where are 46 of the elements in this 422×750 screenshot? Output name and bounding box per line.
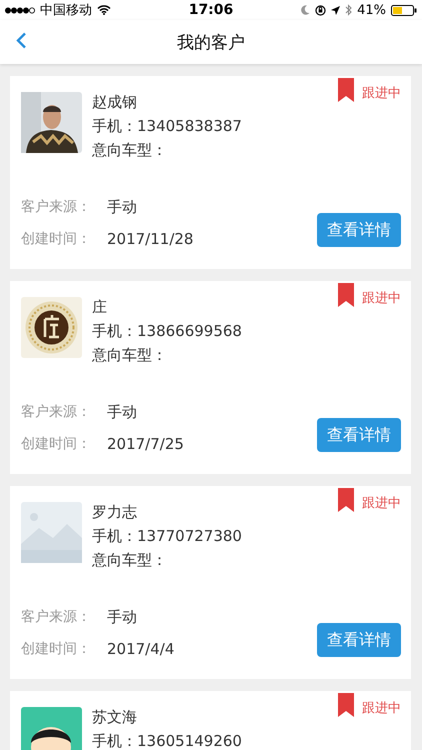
carrier: 中国移动 xyxy=(40,2,92,19)
bluetooth-icon xyxy=(345,4,352,16)
source-label: 客户来源： xyxy=(21,198,92,217)
car-model-label: 意向车型： xyxy=(92,550,168,570)
source-value: 手动 xyxy=(107,607,137,627)
phone-number: 手机：13770727380 xyxy=(92,526,242,546)
bookmark-icon xyxy=(338,488,354,512)
battery-percent: 41% xyxy=(357,2,386,18)
created-date: 2017/11/28 xyxy=(107,229,194,249)
source-value: 手动 xyxy=(107,402,137,422)
status-label: 跟进中 xyxy=(362,85,401,102)
created-label: 创建时间： xyxy=(21,230,92,249)
back-icon[interactable] xyxy=(16,32,27,49)
customer-name: 罗力志 xyxy=(92,502,138,522)
details-button[interactable]: 查看详情 xyxy=(317,418,401,452)
bookmark-icon xyxy=(338,693,354,717)
clock: 17:06 xyxy=(188,2,234,18)
created-label: 创建时间： xyxy=(21,640,92,659)
rotation-lock-icon xyxy=(315,4,326,16)
phone-number: 手机：13405838387 xyxy=(92,116,242,136)
car-model-label: 意向车型： xyxy=(92,345,168,365)
details-button[interactable]: 查看详情 xyxy=(317,623,401,657)
moon-icon xyxy=(301,5,310,15)
page-title: 我的客户 xyxy=(177,32,245,54)
customer-name: 赵成钢 xyxy=(92,92,138,112)
customer-name: 庄 xyxy=(92,297,108,317)
status-label: 跟进中 xyxy=(362,495,401,512)
phone-number: 手机：13605149260 xyxy=(92,731,242,750)
created-date: 2017/4/4 xyxy=(107,639,174,659)
signal-icon xyxy=(5,6,35,14)
source-label: 客户来源： xyxy=(21,608,92,627)
battery-icon xyxy=(390,4,417,16)
details-button[interactable]: 查看详情 xyxy=(317,213,401,247)
car-model-label: 意向车型： xyxy=(92,140,168,160)
source-value: 手动 xyxy=(107,197,137,217)
location-icon xyxy=(331,6,340,14)
customer-name: 苏文海 xyxy=(92,707,138,727)
status-label: 跟进中 xyxy=(362,290,401,307)
created-label: 创建时间： xyxy=(21,435,92,454)
bookmark-icon xyxy=(338,78,354,102)
status-label: 跟进中 xyxy=(362,700,401,717)
wifi-icon xyxy=(97,5,111,15)
source-label: 客户来源： xyxy=(21,403,92,422)
phone-number: 手机：13866699568 xyxy=(92,321,242,341)
bookmark-icon xyxy=(338,283,354,307)
created-date: 2017/7/25 xyxy=(107,434,184,454)
